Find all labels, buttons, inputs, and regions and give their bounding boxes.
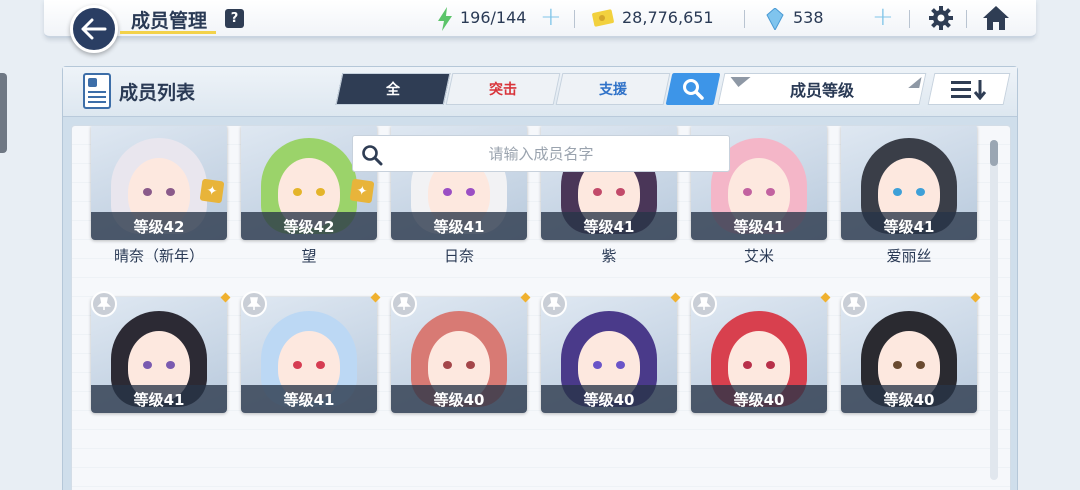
gems-plus-button[interactable]: + xyxy=(872,4,894,30)
filter-triangle-icon xyxy=(728,77,751,87)
member-portrait-eyes xyxy=(589,188,629,196)
member-level: 等级40 xyxy=(391,385,527,413)
divider xyxy=(909,10,910,28)
scroll-thumb[interactable] xyxy=(990,140,998,166)
page-title: 成员管理 xyxy=(131,10,208,32)
star-badge-icon: ✦ xyxy=(199,178,225,204)
stamina-value: 196/144 xyxy=(460,8,527,27)
back-arrow-icon xyxy=(81,18,107,40)
search-button[interactable] xyxy=(665,73,721,105)
member-portrait-eyes xyxy=(889,188,929,196)
member-level: 等级42 xyxy=(241,212,377,240)
pin-icon[interactable] xyxy=(241,291,267,317)
stamina-plus-button[interactable]: + xyxy=(540,4,562,30)
dropdown-corner-icon xyxy=(908,77,922,88)
member-level: 等级42 xyxy=(91,212,227,240)
member-portrait-eyes xyxy=(739,361,779,369)
settings-gear-icon[interactable] xyxy=(928,5,954,31)
member-name-search-input[interactable]: 请输入成员名字 xyxy=(352,135,730,172)
pin-icon[interactable] xyxy=(91,291,117,317)
back-button[interactable] xyxy=(70,5,118,53)
pin-icon[interactable] xyxy=(841,291,867,317)
filter-tabs: 全 突击 支援 xyxy=(335,73,671,105)
member-portrait-eyes xyxy=(589,361,629,369)
member-portrait-eyes xyxy=(289,361,329,369)
member-portrait-eyes xyxy=(439,188,479,196)
member-list-area: 请输入成员名字 ✦ 等级42 晴奈（新年） ✦ 等级42 望等级41 日奈 等级41 紫等级41… xyxy=(71,125,1011,490)
divider xyxy=(574,10,575,28)
help-icon[interactable]: ? xyxy=(225,9,244,28)
tab-all[interactable]: 全 xyxy=(335,73,451,105)
stamina-icon xyxy=(438,7,452,31)
member-level: 等级41 xyxy=(541,212,677,240)
member-list-panel: 成员列表 全 突击 支援 成员等级 请输入成员名字 ✦ 等级42 晴奈（新年） … xyxy=(62,66,1018,490)
member-card[interactable]: 等级41 xyxy=(841,126,977,240)
tab-support[interactable]: 支援 xyxy=(555,73,671,105)
member-name: 爱丽丝 xyxy=(886,247,932,265)
star-badge-icon: ✦ xyxy=(349,178,375,204)
member-level: 等级41 xyxy=(241,385,377,413)
member-portrait-eyes xyxy=(889,361,929,369)
member-level: 等级41 xyxy=(841,212,977,240)
gem-icon xyxy=(766,8,784,30)
pin-icon[interactable] xyxy=(391,291,417,317)
sort-dropdown[interactable]: 成员等级 xyxy=(717,73,927,105)
member-name: 艾米 xyxy=(743,247,774,265)
search-icon xyxy=(683,79,704,100)
list-scrollbar[interactable] xyxy=(990,140,998,480)
panel-header: 成员列表 全 突击 支援 成员等级 xyxy=(63,67,1017,117)
member-level: 等级40 xyxy=(841,385,977,413)
member-level: 等级40 xyxy=(691,385,827,413)
gems-value: 538 xyxy=(793,8,824,27)
member-list-icon xyxy=(83,73,111,109)
member-name: 望 xyxy=(301,247,317,265)
member-portrait-eyes xyxy=(439,361,479,369)
credits-value: 28,776,651 xyxy=(622,8,714,27)
member-name: 晴奈（新年） xyxy=(113,247,204,265)
home-icon[interactable] xyxy=(982,5,1010,31)
tab-assault[interactable]: 突击 xyxy=(445,73,561,105)
member-name: 紫 xyxy=(601,247,617,265)
pin-icon[interactable] xyxy=(691,291,717,317)
sort-label: 成员等级 xyxy=(789,81,854,100)
pin-icon[interactable] xyxy=(541,291,567,317)
member-portrait-eyes xyxy=(289,188,329,196)
sort-order-icon xyxy=(951,80,987,100)
member-portrait-eyes xyxy=(139,188,179,196)
credit-icon xyxy=(592,9,614,27)
member-name: 日奈 xyxy=(443,247,474,265)
member-level: 等级41 xyxy=(691,212,827,240)
divider xyxy=(966,10,967,28)
divider xyxy=(744,10,745,28)
search-placeholder: 请输入成员名字 xyxy=(488,145,594,163)
member-card[interactable]: ✦ 等级42 xyxy=(91,126,227,240)
member-portrait-eyes xyxy=(139,361,179,369)
member-level: 等级40 xyxy=(541,385,677,413)
panel-title: 成员列表 xyxy=(119,82,196,104)
member-level: 等级41 xyxy=(91,385,227,413)
member-portrait-eyes xyxy=(739,188,779,196)
side-drawer-handle[interactable] xyxy=(0,73,7,153)
sort-order-button[interactable] xyxy=(927,73,1011,105)
member-level: 等级41 xyxy=(391,212,527,240)
title-underline xyxy=(120,31,216,34)
